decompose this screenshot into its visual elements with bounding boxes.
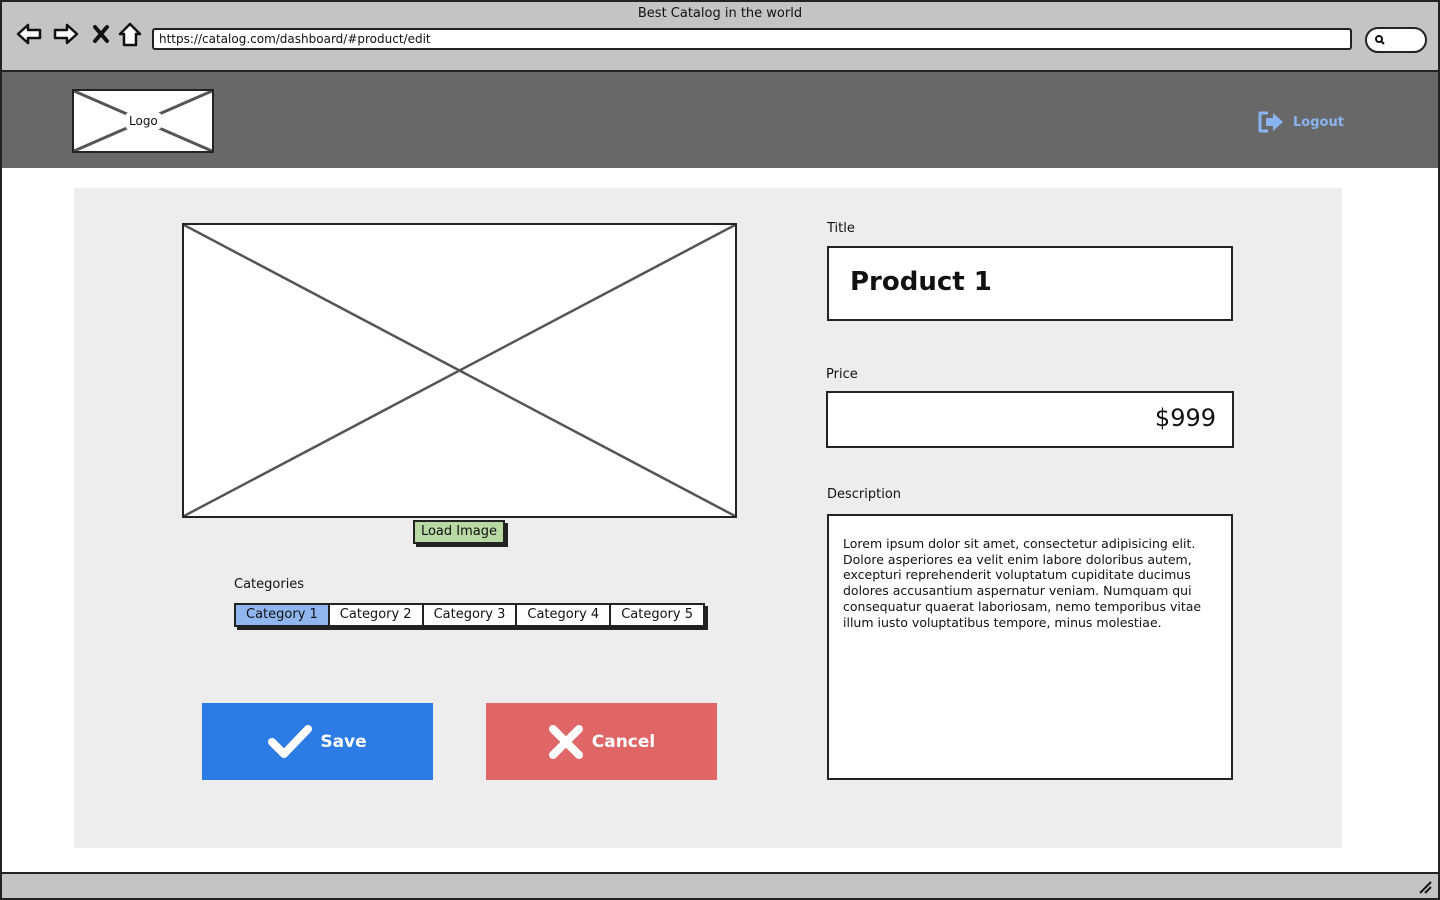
x-icon	[548, 724, 583, 759]
resize-grip-icon[interactable]	[1418, 880, 1432, 894]
categories-label: Categories	[234, 577, 305, 592]
checkmark-icon	[268, 724, 313, 758]
description-label: Description	[827, 487, 902, 502]
category-tabs: Category 1 Category 2 Category 3 Categor…	[234, 603, 705, 627]
title-field[interactable]: Product 1	[827, 246, 1233, 321]
logo: Logo	[72, 89, 214, 153]
url-bar[interactable]: https://catalog.com/dashboard/#product/e…	[152, 28, 1352, 50]
logout-link[interactable]: Logout	[1257, 108, 1344, 136]
title-label: Title	[827, 221, 855, 236]
search-icon	[1375, 35, 1385, 45]
save-label: Save	[320, 731, 367, 752]
close-icon[interactable]	[87, 20, 115, 48]
logout-label: Logout	[1293, 114, 1344, 130]
cancel-label: Cancel	[591, 731, 656, 752]
description-textarea[interactable]: Lorem ipsum dolor sit amet, consectetur …	[827, 514, 1233, 780]
logo-label: Logo	[126, 113, 161, 129]
app-header	[2, 72, 1438, 168]
home-icon[interactable]	[116, 20, 144, 48]
window-title: Best Catalog in the world	[637, 6, 803, 21]
forward-arrow-icon[interactable]	[52, 20, 80, 48]
category-tab-2[interactable]: Category 2	[329, 605, 424, 625]
save-button[interactable]: Save	[202, 703, 433, 780]
price-field[interactable]: $999	[826, 391, 1234, 448]
load-image-button[interactable]: Load Image	[413, 520, 505, 544]
browser-search-field[interactable]	[1365, 27, 1427, 53]
category-tab-4[interactable]: Category 4	[517, 605, 612, 625]
product-image-placeholder	[182, 223, 737, 518]
image-placeholder-icon	[184, 225, 735, 516]
back-arrow-icon[interactable]	[15, 20, 43, 48]
cancel-button[interactable]: Cancel	[486, 703, 717, 780]
logout-icon	[1258, 111, 1283, 133]
browser-status-bar	[2, 872, 1438, 898]
category-tab-5[interactable]: Category 5	[611, 605, 703, 625]
category-tab-1[interactable]: Category 1	[236, 605, 330, 625]
category-tab-3[interactable]: Category 3	[423, 605, 518, 625]
price-label: Price	[826, 367, 858, 382]
